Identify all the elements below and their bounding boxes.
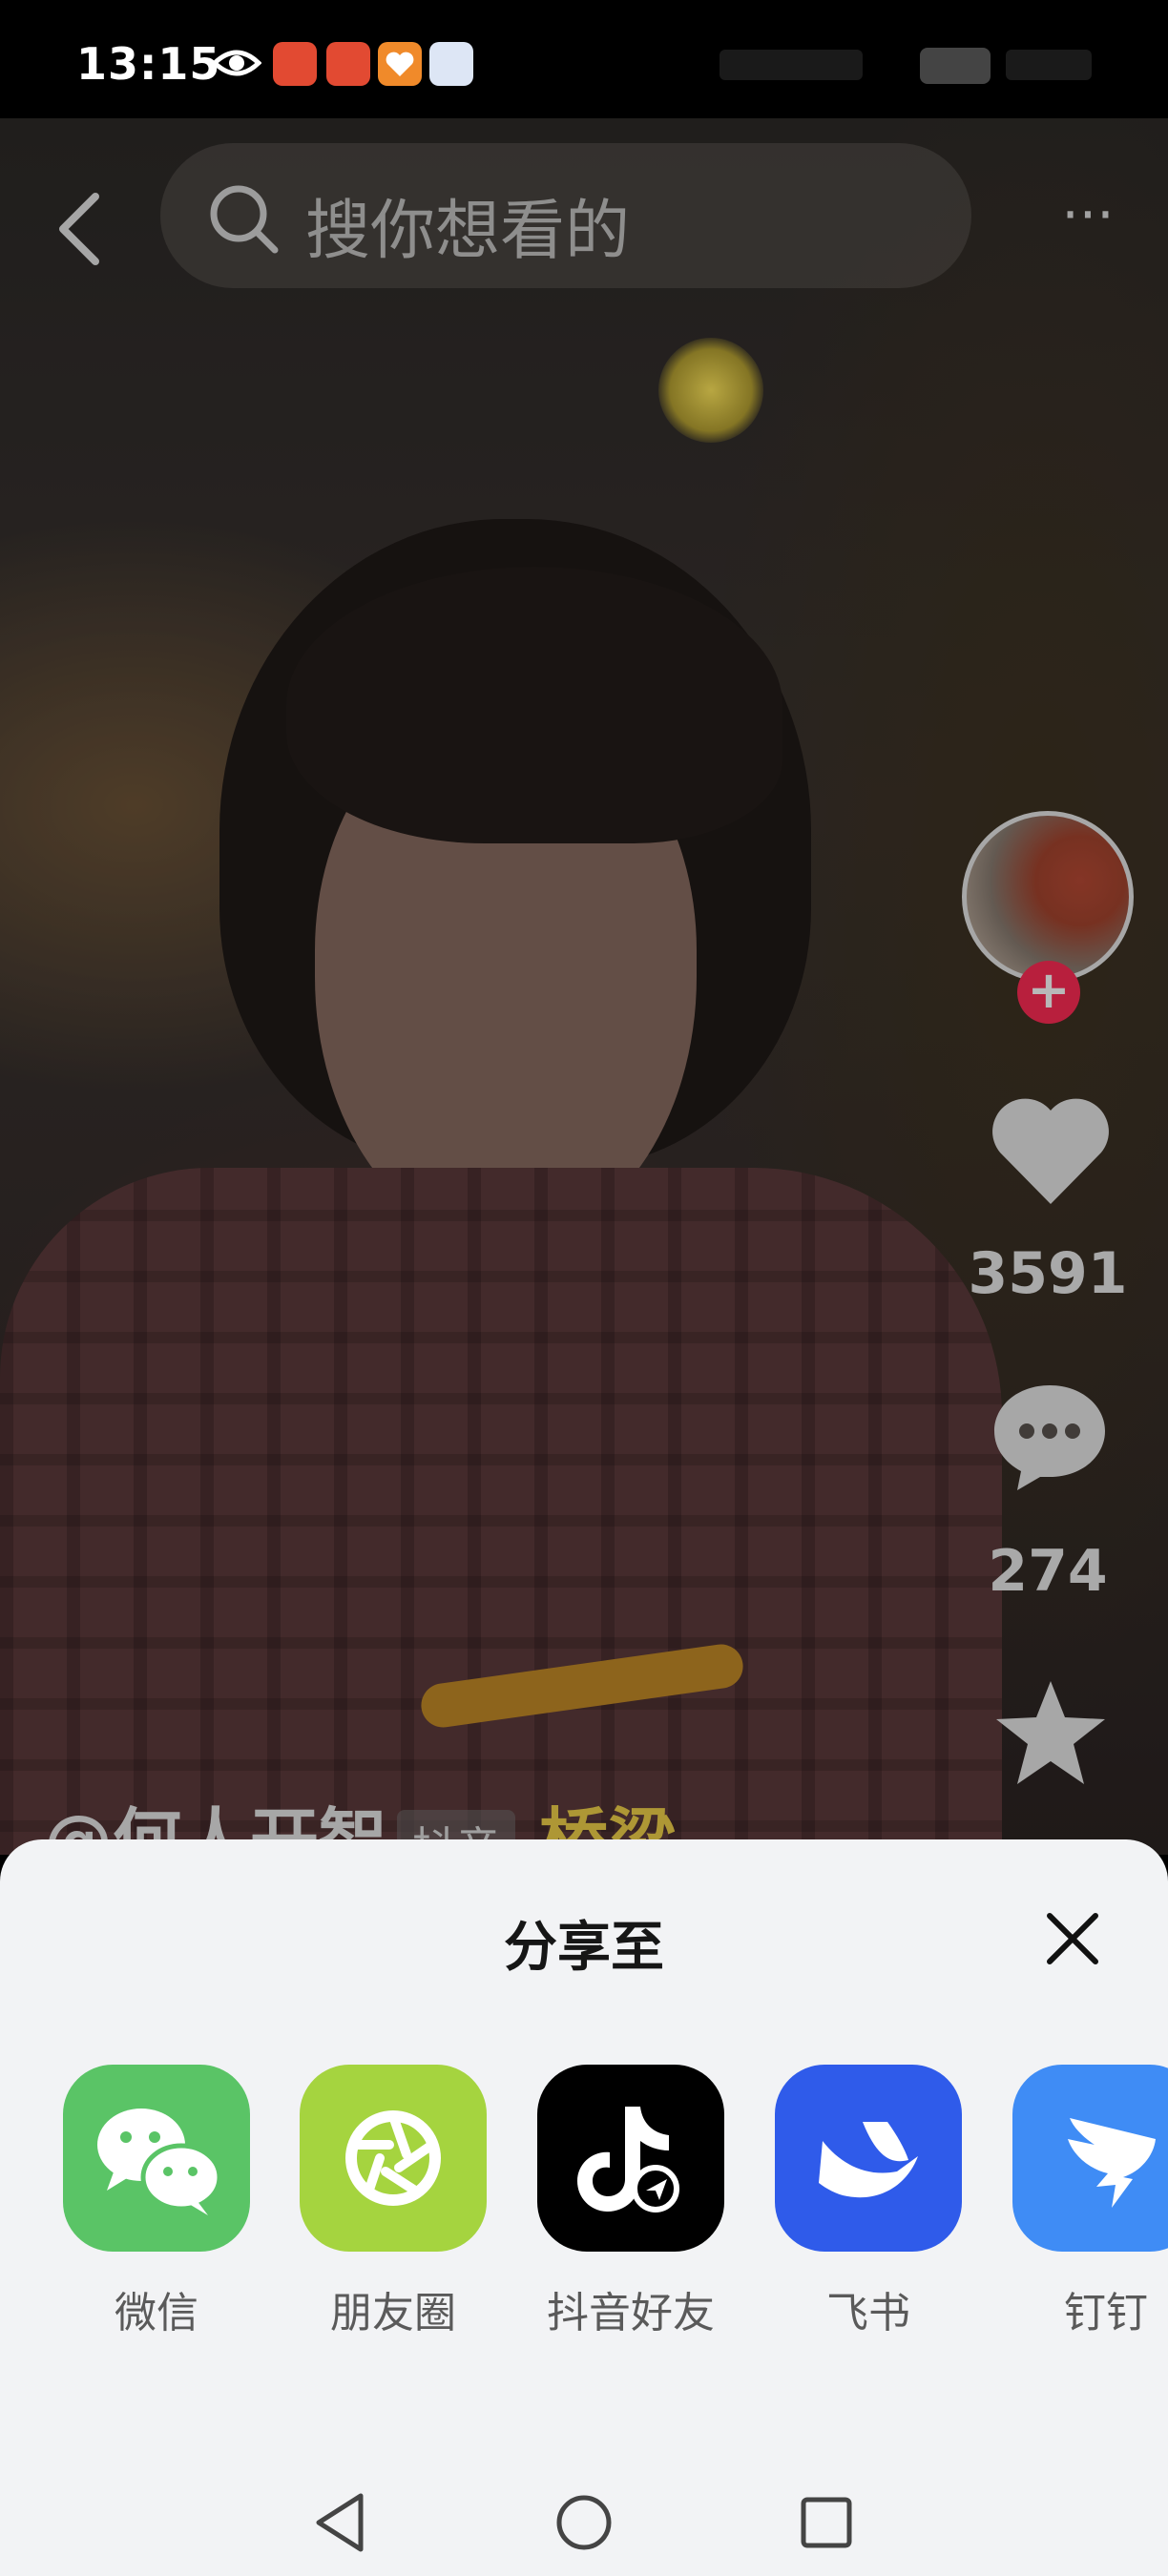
notification-heart-icon: [378, 42, 422, 86]
eye-icon: [212, 50, 261, 76]
dingtalk-icon: [1012, 2065, 1168, 2252]
status-time: 13:15: [76, 38, 221, 90]
share-target-label: 抖音好友: [547, 2289, 715, 2337]
share-target-dingtalk[interactable]: 钉钉: [1012, 2065, 1168, 2339]
share-target-label: 朋友圈: [330, 2289, 456, 2337]
share-target-label: 钉钉: [1064, 2289, 1148, 2337]
moments-icon: [300, 2065, 487, 2252]
battery-icon: [920, 48, 991, 84]
share-target-label: 飞书: [826, 2289, 910, 2337]
wechat-icon: [63, 2065, 250, 2252]
nav-back-icon[interactable]: [303, 2484, 380, 2561]
douyin-icon: [537, 2065, 724, 2252]
nav-home-icon[interactable]: [546, 2484, 622, 2561]
feishu-icon: [775, 2065, 962, 2252]
notification-app-icon: [326, 42, 370, 86]
share-target-feishu[interactable]: 飞书: [775, 2065, 962, 2339]
system-nav-bar: [0, 2462, 1168, 2576]
status-bar: 13:15: [0, 0, 1168, 118]
nav-recents-icon[interactable]: [788, 2484, 865, 2561]
status-indicators: [720, 50, 1092, 80]
share-target-wechat[interactable]: 微信: [63, 2065, 250, 2339]
notification-app-icon: [429, 42, 473, 86]
share-target-label: 微信: [115, 2289, 198, 2337]
close-icon[interactable]: [1034, 1901, 1111, 1977]
notification-app-icon: [273, 42, 317, 86]
share-target-douyin-friend[interactable]: 抖音好友: [537, 2065, 724, 2339]
share-target-moments[interactable]: 朋友圈: [300, 2065, 487, 2339]
share-sheet-title: 分享至: [504, 1917, 664, 1979]
